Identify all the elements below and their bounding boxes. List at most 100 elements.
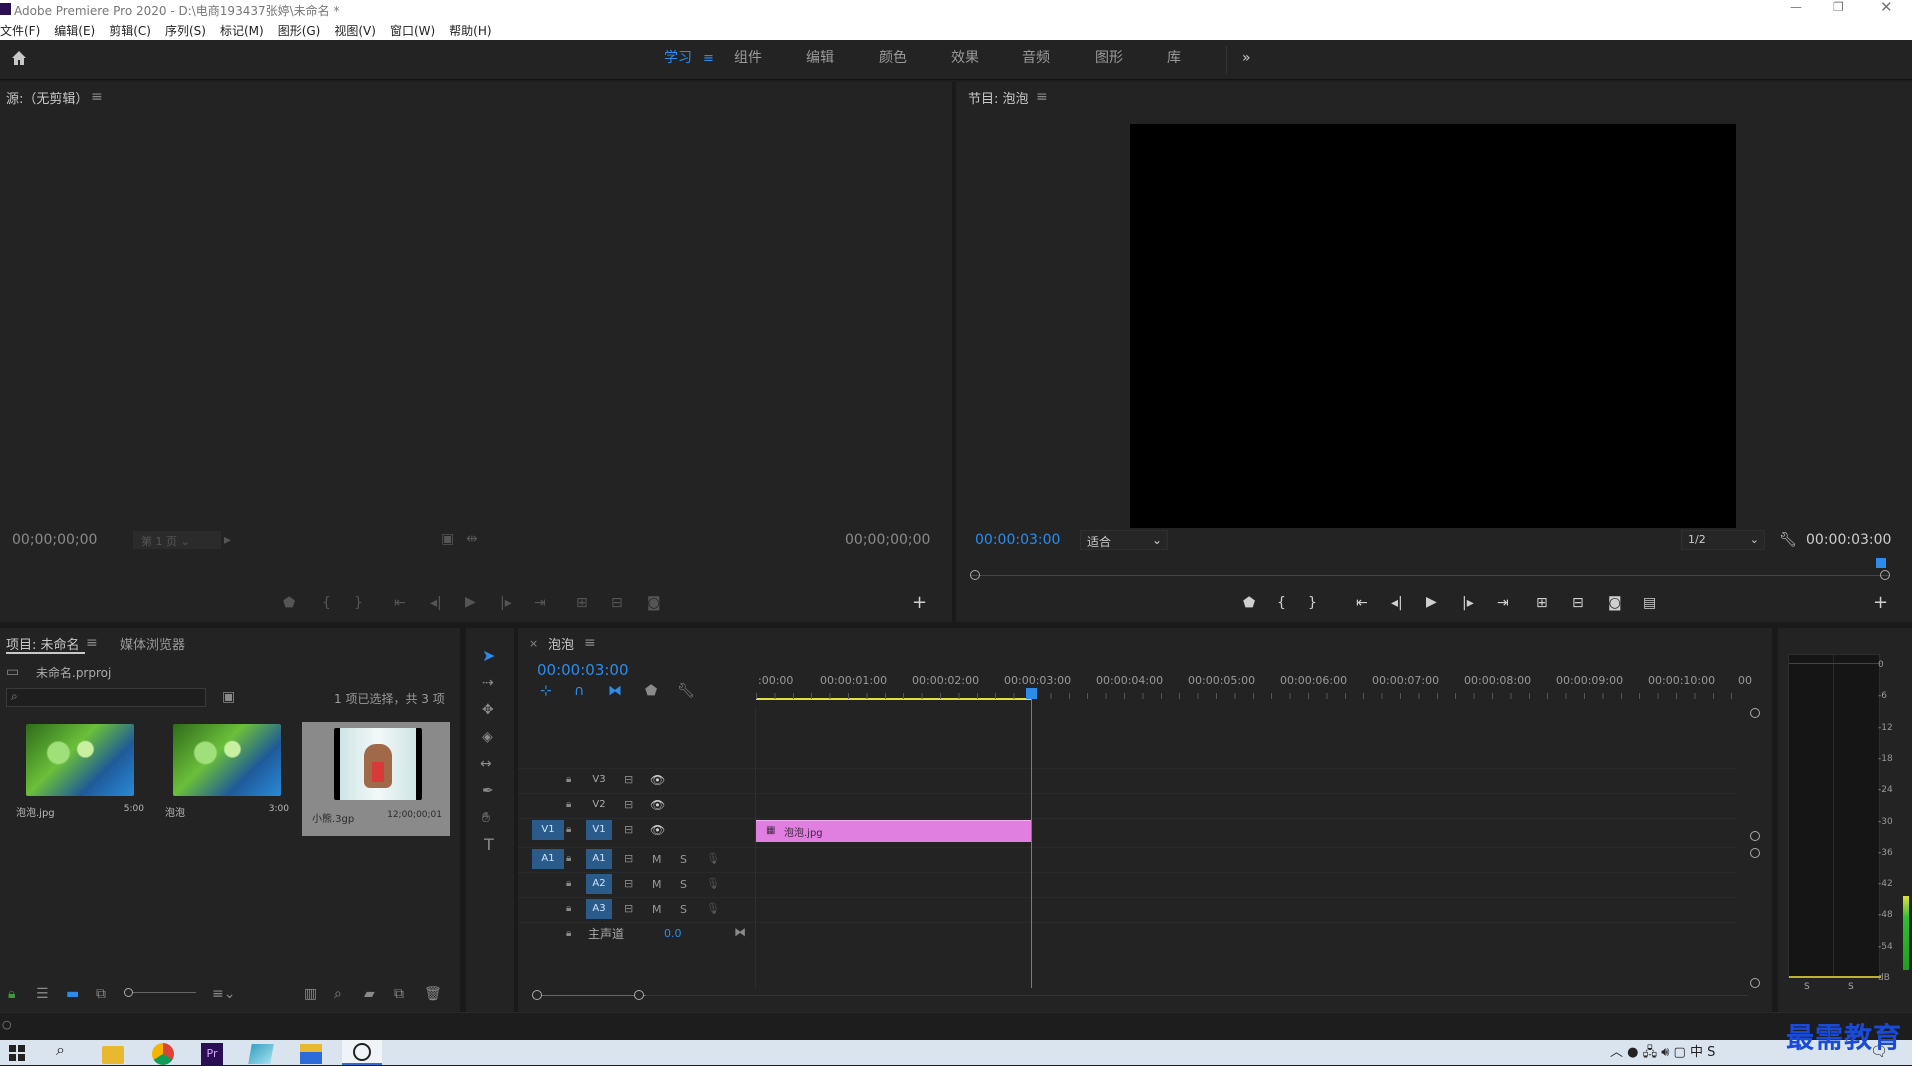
nest-icon[interactable]: ⊹ xyxy=(540,683,552,699)
workspace-tab-learn[interactable]: 学习 xyxy=(664,40,692,80)
start-button-icon[interactable] xyxy=(8,1040,28,1065)
project-item-selected[interactable]: 小熊.3gp 12;00;00;01 xyxy=(302,722,450,836)
mute-button[interactable]: M xyxy=(652,903,662,916)
track-v1-target[interactable]: V1 xyxy=(532,820,564,840)
wrench-icon[interactable]: 🔧︎ xyxy=(1779,532,1797,548)
timeline-settings-icon[interactable]: 🔧︎ xyxy=(677,683,695,699)
resolution-dropdown[interactable]: 1/2 ⌄ xyxy=(1681,530,1765,550)
step-back-icon[interactable]: ◂| xyxy=(1391,595,1403,611)
add-button-icon[interactable]: + xyxy=(912,594,927,612)
go-to-out-icon[interactable]: ⇥ xyxy=(1497,595,1509,611)
meter-solo-right[interactable]: S xyxy=(1848,982,1854,992)
lock-icon[interactable]: 🔒︎ xyxy=(8,986,15,1002)
insert-clip-icon[interactable]: ⊞ xyxy=(576,595,588,611)
panel-menu-icon[interactable]: ≡ xyxy=(86,635,98,651)
program-playhead-timecode[interactable]: 00:00:03:00 xyxy=(975,532,1060,548)
workspace-tab-color[interactable]: 颜色 xyxy=(879,40,907,80)
sync-lock-icon[interactable]: ⊟ xyxy=(624,851,633,867)
eye-icon[interactable]: 👁︎ xyxy=(650,797,665,813)
icon-view-icon[interactable]: ▬ xyxy=(66,986,79,1002)
insert-icon[interactable]: ⇹ xyxy=(466,531,478,547)
solo-button[interactable]: S xyxy=(680,903,687,916)
overwrite-clip-icon[interactable]: ⊟ xyxy=(611,595,623,611)
timeline-tab[interactable]: 泡泡 xyxy=(548,634,574,653)
mute-button[interactable]: M xyxy=(652,878,662,891)
workspace-tab-audio[interactable]: 音频 xyxy=(1022,40,1050,80)
zoom-slider[interactable] xyxy=(124,988,196,997)
go-to-out-icon[interactable]: ⇥ xyxy=(534,595,546,611)
solo-button[interactable]: S xyxy=(680,853,687,866)
workspace-menu-icon[interactable]: ≡ xyxy=(703,40,714,80)
fit-dropdown[interactable]: 适合 ⌄ xyxy=(1080,530,1168,550)
play-icon[interactable]: ▶ xyxy=(465,594,476,610)
export-frame-icon[interactable]: ◙ xyxy=(647,595,661,611)
go-to-in-icon[interactable]: ⇤ xyxy=(1356,595,1368,611)
panel-menu-icon[interactable]: ≡ xyxy=(1036,89,1048,105)
track-lock-icon[interactable]: 🔒︎ xyxy=(566,851,571,867)
master-lock-icon[interactable]: 🔒︎ xyxy=(566,926,571,942)
track-lock-icon[interactable]: 🔒︎ xyxy=(566,822,571,838)
lift-icon[interactable]: ⊞ xyxy=(1536,595,1548,611)
type-tool-icon[interactable]: T xyxy=(484,837,494,853)
workspace-tab-assembly[interactable]: 组件 xyxy=(734,40,762,80)
mark-out-icon[interactable]: } xyxy=(354,595,363,611)
mic-icon[interactable]: 🎙︎ xyxy=(706,876,720,892)
home-icon[interactable] xyxy=(10,49,28,67)
export-frame-icon[interactable]: ◙ xyxy=(1608,595,1622,611)
app-icon-blue[interactable] xyxy=(300,1044,322,1064)
horizontal-zoom-scrollbar[interactable] xyxy=(532,988,1752,1002)
program-scrubber[interactable] xyxy=(970,558,1890,582)
premiere-taskbar-icon[interactable]: Pr xyxy=(201,1043,223,1065)
marker-icon[interactable]: ⬟ xyxy=(283,595,295,611)
maximize-button[interactable]: ❐ xyxy=(1833,0,1844,14)
slip-tool-icon[interactable]: ↔ xyxy=(480,756,492,772)
workspace-tab-effects[interactable]: 效果 xyxy=(951,40,979,80)
sort-icon[interactable]: ≡⌄ xyxy=(212,986,235,1002)
menu-item[interactable]: 帮助(H) xyxy=(449,24,491,38)
find-icon[interactable]: ⌕ xyxy=(334,986,342,1002)
eye-icon[interactable]: 👁︎ xyxy=(650,772,665,788)
menu-item[interactable]: 文件(F) xyxy=(0,24,40,38)
mic-icon[interactable]: 🎙︎ xyxy=(706,851,720,867)
close-button[interactable]: ✕ xyxy=(1880,0,1893,16)
solo-button[interactable]: S xyxy=(680,878,687,891)
project-search-input[interactable]: ⌕ xyxy=(6,688,206,707)
close-tab-icon[interactable]: × xyxy=(529,636,538,652)
safe-margin-icon[interactable]: ▣ xyxy=(441,531,454,547)
master-volume[interactable]: 0.0 xyxy=(664,927,682,940)
app-icon-active[interactable] xyxy=(342,1040,382,1065)
menu-item[interactable]: 标记(M) xyxy=(220,24,264,38)
sync-lock-icon[interactable]: ⊟ xyxy=(624,797,633,813)
sync-lock-icon[interactable]: ⊟ xyxy=(624,822,633,838)
eye-icon[interactable]: 👁︎ xyxy=(650,822,665,838)
pen-tool-icon[interactable]: ✒︎ xyxy=(482,783,494,799)
list-view-icon[interactable]: ☰ xyxy=(36,986,49,1002)
search-taskbar-icon[interactable]: ⌕ xyxy=(56,1040,65,1065)
extract-icon[interactable]: ⊟ xyxy=(1572,595,1584,611)
snap-icon[interactable]: ∩ xyxy=(574,683,584,699)
razor-tool-icon[interactable]: ◈ xyxy=(482,729,493,745)
track-label-a1[interactable]: A1 xyxy=(586,849,612,869)
panel-menu-icon[interactable]: ≡ xyxy=(91,89,103,105)
trash-icon[interactable]: 🗑︎ xyxy=(424,986,442,1002)
mark-out-icon[interactable]: } xyxy=(1308,595,1317,611)
meter-solo-left[interactable]: S xyxy=(1804,982,1810,992)
mic-icon[interactable]: 🎙︎ xyxy=(706,901,720,917)
menu-item[interactable]: 序列(S) xyxy=(165,24,206,38)
selection-tool-icon[interactable]: ➤ xyxy=(482,648,495,664)
add-button-icon[interactable]: + xyxy=(1873,594,1888,612)
new-bin-icon[interactable]: ▰ xyxy=(364,986,375,1002)
sync-lock-icon[interactable]: ⊟ xyxy=(624,772,633,788)
master-end-icon[interactable]: ⧓ xyxy=(734,924,746,940)
workspace-tab-graphics[interactable]: 图形 xyxy=(1095,40,1123,80)
linked-selection-icon[interactable]: ⧓ xyxy=(608,683,622,699)
track-label-a2[interactable]: A2 xyxy=(586,874,612,894)
step-forward-icon[interactable]: |▸ xyxy=(500,595,512,611)
play-icon[interactable]: ▶ xyxy=(1426,594,1437,610)
track-label-v1[interactable]: V1 xyxy=(586,820,612,840)
automate-to-sequence-icon[interactable]: ▥ xyxy=(304,986,317,1002)
timeline-timecode[interactable]: 00:00:03:00 xyxy=(537,661,629,679)
freeform-view-icon[interactable]: ⧉ xyxy=(96,986,106,1002)
new-bin-from-search-icon[interactable]: ▣ xyxy=(222,689,235,705)
step-forward-icon[interactable]: |▸ xyxy=(1462,595,1474,611)
